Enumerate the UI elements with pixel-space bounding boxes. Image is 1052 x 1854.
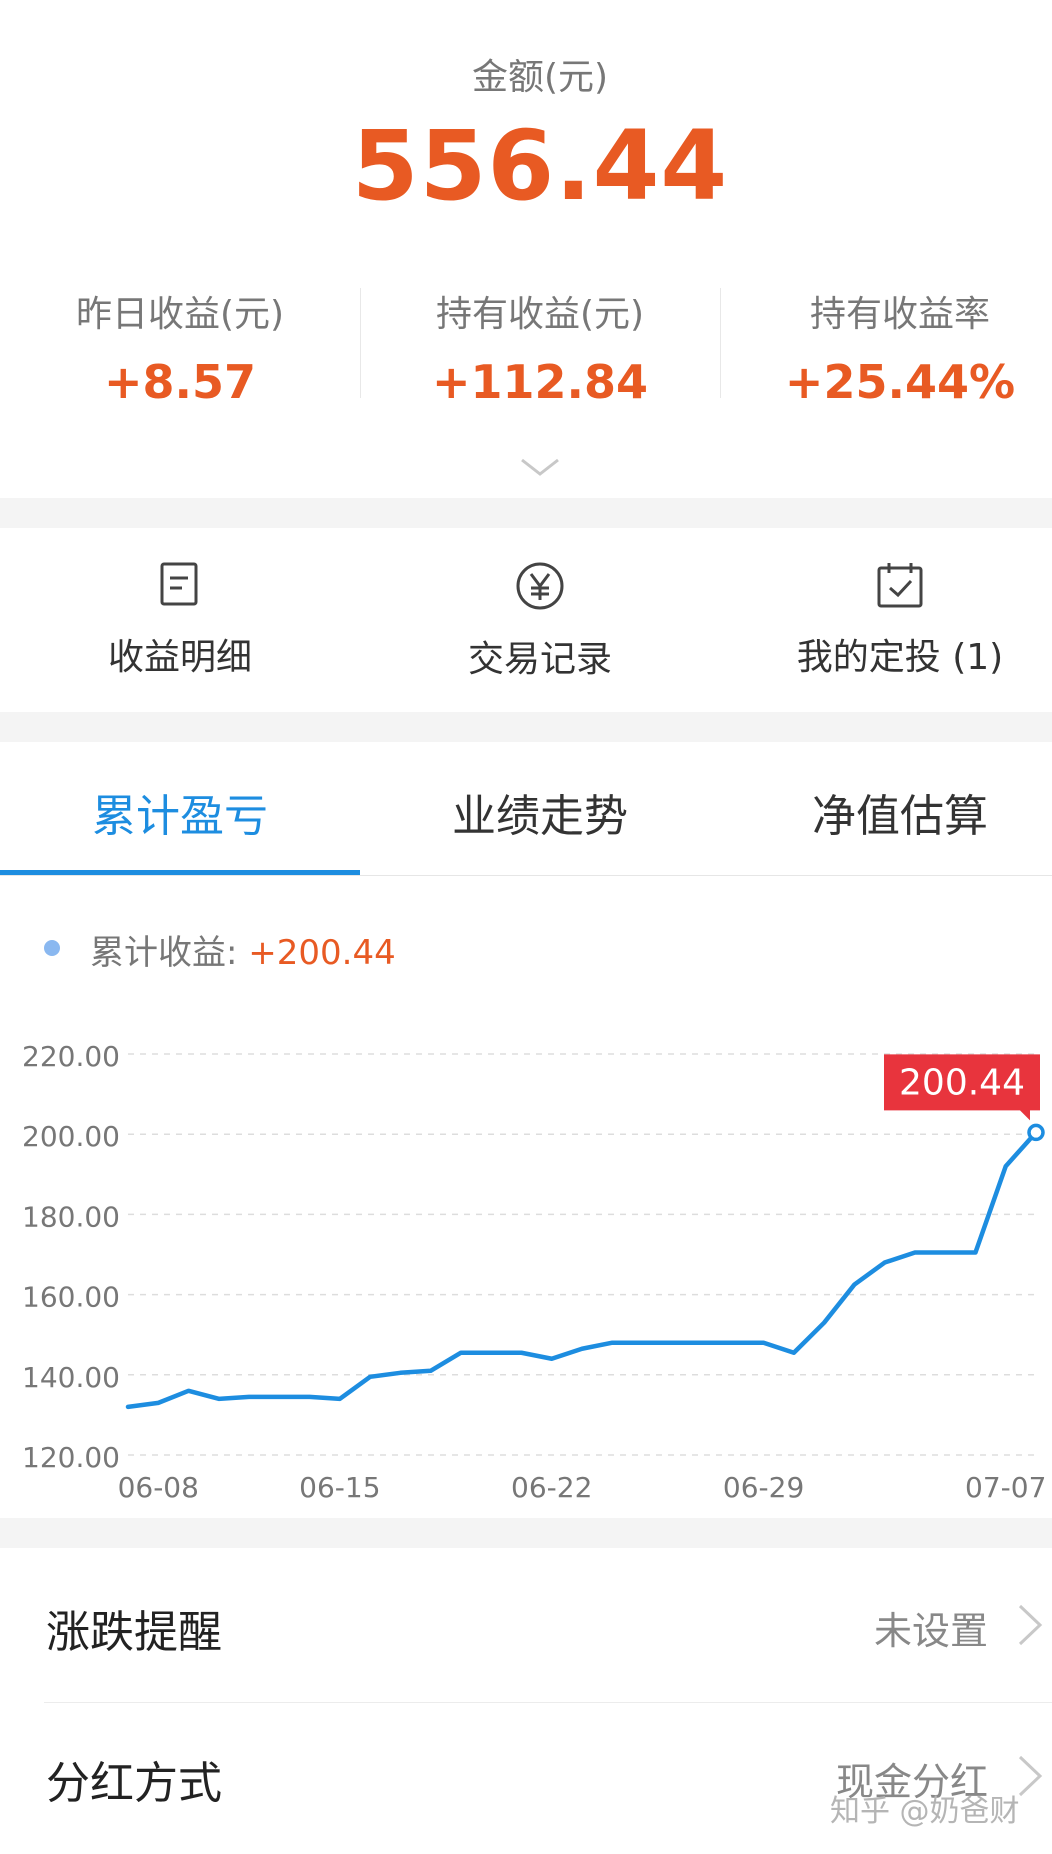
dividend-method-title: 分红方式: [46, 1758, 222, 1809]
y-tick-label: 140.00: [22, 1361, 120, 1394]
x-tick-label: 06-15: [299, 1471, 380, 1504]
chevron-right-icon: [1018, 1604, 1043, 1646]
chevron-down-icon[interactable]: [520, 450, 560, 490]
yen-circle-icon: [516, 562, 564, 610]
tab-nav-estimate[interactable]: 净值估算: [720, 780, 1052, 844]
x-tick-label: 06-22: [511, 1471, 592, 1504]
y-tick-label: 180.00: [22, 1200, 120, 1233]
divider: [0, 875, 1052, 876]
y-tick-label: 120.00: [22, 1441, 120, 1474]
amount-value: 556.44: [351, 110, 729, 222]
my-auto-invest-label: 我的定投 (1): [796, 637, 1004, 678]
series-line: [125, 1130, 1039, 1410]
x-tick-label: 06-08: [118, 1471, 199, 1504]
my-auto-invest-button[interactable]: 我的定投 (1): [720, 560, 1052, 680]
price-alert-row[interactable]: 涨跌提醒 未设置: [0, 1548, 1052, 1702]
transaction-record-label: 交易记录: [467, 639, 612, 680]
stat-holding-rate: 持有收益率 +25.44%: [720, 285, 1052, 409]
chevron-right-icon: [1018, 1755, 1043, 1797]
calendar-check-icon: [877, 563, 923, 608]
stat-holding-earnings: 持有收益(元) +112.84: [360, 285, 720, 409]
stat-value: +8.57: [103, 355, 257, 409]
amount-label: 金额(元): [471, 57, 609, 98]
x-tick-label: 06-29: [723, 1471, 804, 1504]
price-alert-title: 涨跌提醒: [46, 1607, 222, 1658]
dividend-method-row[interactable]: 分红方式 现金分红: [0, 1703, 1052, 1854]
legend-label: 累计收益:: [90, 933, 249, 973]
watermark: 知乎 @奶爸财: [830, 1794, 1020, 1829]
transaction-record-button[interactable]: 交易记录: [360, 560, 720, 682]
cumulative-pnl-chart: 220.00 200.00 180.00 160.00 140.00 120.0006-0…: [22, 1040, 1046, 1504]
legend: 累计收益: +200.44: [90, 925, 396, 974]
stat-value: +112.84: [431, 355, 649, 409]
stat-value: +25.44%: [784, 355, 1016, 409]
tab-cumulative-pnl[interactable]: 累计盈亏: [0, 780, 360, 844]
income-detail-button[interactable]: 收益明细: [0, 560, 360, 680]
legend-value: +200.44: [248, 933, 396, 973]
section-gap: [0, 1518, 1052, 1548]
document-icon: [160, 562, 198, 606]
x-tick-label: 07-07: [965, 1471, 1046, 1504]
y-tick-label: 160.00: [22, 1281, 120, 1314]
stat-label: 持有收益(元): [435, 294, 645, 335]
tab-performance-trend[interactable]: 业绩走势: [360, 780, 720, 844]
y-tick-label: 220.00: [22, 1040, 120, 1073]
value-badge-label: 200.44: [899, 1062, 1025, 1103]
legend-dot: [44, 940, 60, 956]
last-point-marker: [1027, 1123, 1045, 1142]
stat-label: 昨日收益(元): [75, 294, 285, 335]
income-detail-label: 收益明细: [107, 637, 252, 678]
y-tick-label: 200.00: [22, 1120, 120, 1153]
section-gap: [0, 498, 1052, 528]
stat-yesterday-earnings: 昨日收益(元) +8.57: [0, 285, 360, 409]
section-gap: [0, 712, 1052, 742]
price-alert-value: 未设置: [873, 1609, 988, 1653]
stat-label: 持有收益率: [809, 294, 990, 335]
